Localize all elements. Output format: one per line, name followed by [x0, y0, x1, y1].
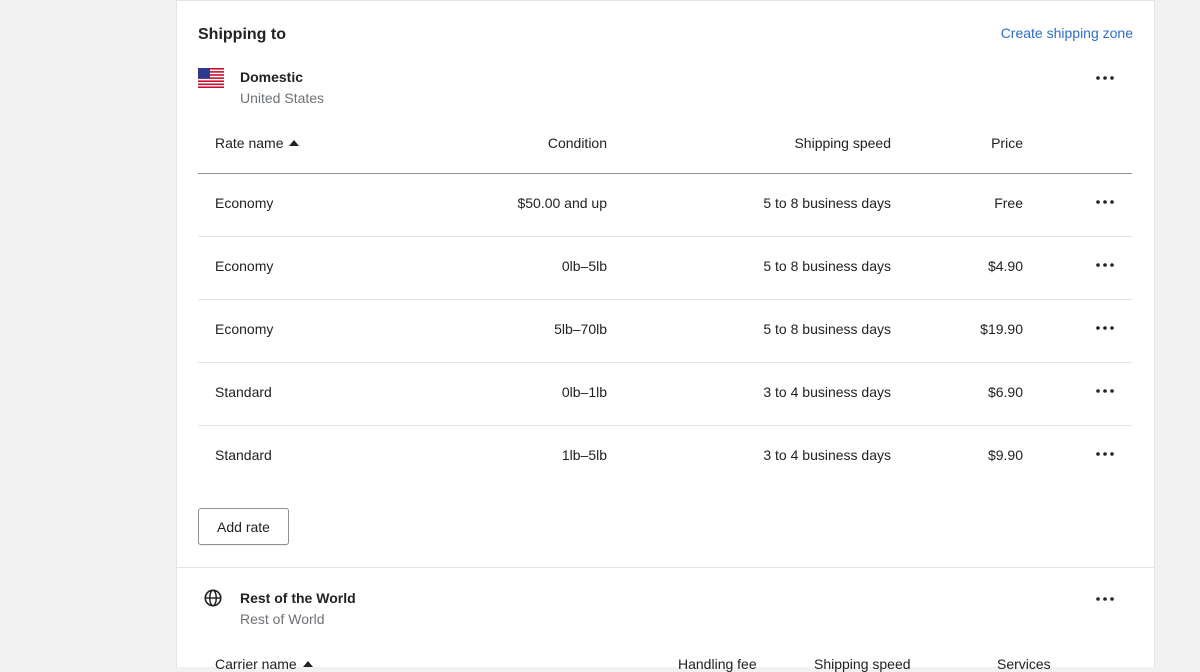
rate-condition: 0lb–5lb — [561, 258, 607, 274]
rate-condition: 0lb–1lb — [561, 384, 607, 400]
rate-name: Economy — [215, 258, 274, 274]
rate-name: Standard — [215, 447, 272, 463]
rate-more-button[interactable] — [1091, 444, 1119, 464]
rate-speed: 5 to 8 business days — [763, 195, 891, 211]
domestic-zone-more-button[interactable] — [1091, 68, 1119, 88]
shipping-card: Shipping to Create shipping zone Domesti… — [176, 0, 1155, 672]
table-header: Rate name Condition Shipping speed Price — [198, 115, 1132, 174]
domestic-zone-name: Domestic — [240, 69, 304, 85]
column-header-rate-name[interactable]: Rate name — [215, 135, 300, 151]
domestic-rates-table: Rate name Condition Shipping speed Price… — [198, 115, 1132, 488]
us-flag-icon — [198, 68, 224, 88]
column-header-services: Services — [997, 656, 1051, 672]
rate-more-button[interactable] — [1091, 381, 1119, 401]
rate-condition: 5lb–70lb — [554, 321, 607, 337]
rate-condition: 1lb–5lb — [561, 447, 607, 463]
sort-ascending-icon — [289, 140, 300, 146]
rate-price: $6.90 — [987, 384, 1023, 400]
globe-icon — [204, 589, 222, 607]
card-top-border — [177, 0, 1154, 1]
rate-more-button[interactable] — [1091, 318, 1119, 338]
rate-name: Economy — [215, 321, 274, 337]
more-horizontal-icon — [1096, 76, 1114, 80]
rate-condition: $50.00 and up — [517, 195, 607, 211]
rate-name: Economy — [215, 195, 274, 211]
rate-speed: 5 to 8 business days — [763, 258, 891, 274]
more-horizontal-icon — [1096, 597, 1114, 601]
more-horizontal-icon — [1096, 452, 1114, 456]
column-header-condition: Condition — [547, 135, 607, 151]
more-horizontal-icon — [1096, 263, 1114, 267]
add-rate-button[interactable]: Add rate — [198, 508, 289, 545]
rate-price: Free — [994, 195, 1023, 211]
domestic-zone-header: Domestic United States — [198, 68, 1132, 108]
rest-of-world-zone-more-button[interactable] — [1091, 589, 1119, 609]
rate-price: $9.90 — [987, 447, 1023, 463]
column-header-label: Rate name — [215, 135, 284, 151]
column-header-shipping-speed: Shipping speed — [814, 656, 911, 672]
rate-speed: 3 to 4 business days — [763, 384, 891, 400]
column-header-shipping-speed: Shipping speed — [794, 135, 891, 151]
rate-price: $4.90 — [987, 258, 1023, 274]
column-header-label: Carrier name — [215, 656, 297, 672]
zone-divider — [177, 567, 1154, 568]
table-row: Standard 1lb–5lb 3 to 4 business days $9… — [198, 426, 1132, 488]
table-row: Economy $50.00 and up 5 to 8 business da… — [198, 174, 1132, 237]
rate-more-button[interactable] — [1091, 255, 1119, 275]
column-header-price: Price — [991, 135, 1023, 151]
more-horizontal-icon — [1096, 200, 1114, 204]
section-title: Shipping to — [198, 26, 286, 43]
rate-price: $19.90 — [980, 321, 1023, 337]
sort-ascending-icon — [302, 661, 313, 667]
table-row: Standard 0lb–1lb 3 to 4 business days $6… — [198, 363, 1132, 426]
table-row: Economy 5lb–70lb 5 to 8 business days $1… — [198, 300, 1132, 363]
rest-of-world-zone: Rest of the World Rest of World Carrier … — [198, 588, 1132, 672]
rate-name: Standard — [215, 384, 272, 400]
rate-speed: 3 to 4 business days — [763, 447, 891, 463]
column-header-carrier-name[interactable]: Carrier name — [215, 656, 313, 672]
domestic-zone-subtitle: United States — [240, 90, 325, 106]
rest-of-world-zone-subtitle: Rest of World — [240, 611, 325, 627]
create-shipping-zone-link[interactable]: Create shipping zone — [1001, 25, 1133, 41]
more-horizontal-icon — [1096, 389, 1114, 393]
more-horizontal-icon — [1096, 326, 1114, 330]
rate-speed: 5 to 8 business days — [763, 321, 891, 337]
rest-of-world-zone-name: Rest of the World — [240, 590, 356, 606]
column-header-handling-fee: Handling fee — [678, 656, 757, 672]
table-row: Economy 0lb–5lb 5 to 8 business days $4.… — [198, 237, 1132, 300]
rate-more-button[interactable] — [1091, 192, 1119, 212]
